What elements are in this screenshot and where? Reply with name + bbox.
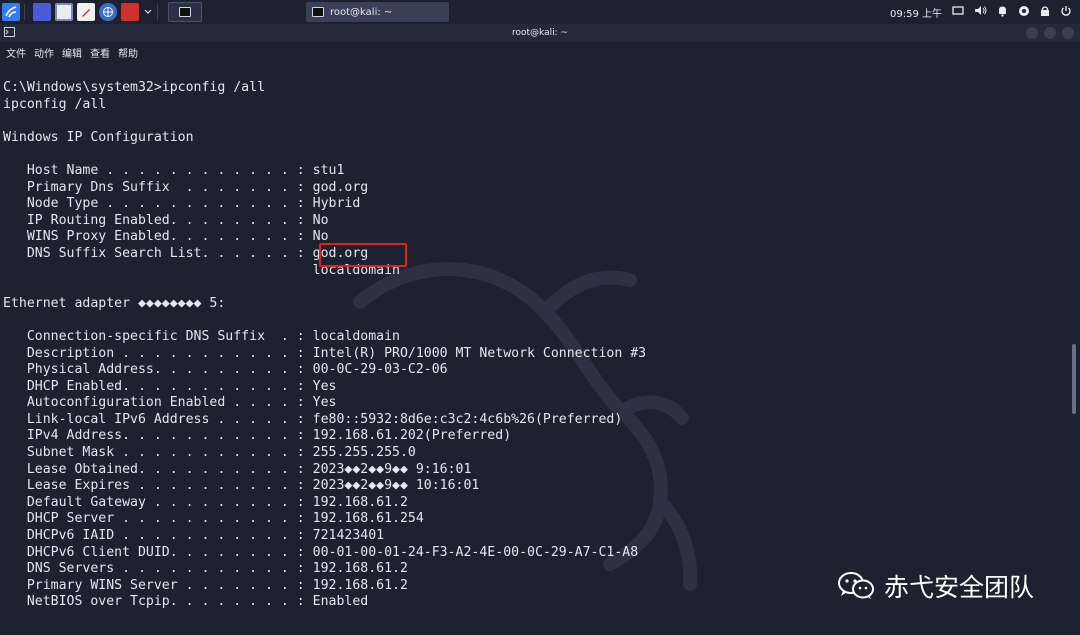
terminal-line: NetBIOS over Tcpip. . . . . . . . : Enab… <box>3 594 369 610</box>
chevron-down-icon[interactable] <box>143 3 153 21</box>
terminal-icon <box>179 7 191 17</box>
app-red-icon[interactable] <box>121 3 139 21</box>
watermark-text: 赤弋安全团队 <box>884 573 1035 602</box>
terminal-line: IP Routing Enabled. . . . . . . . : No <box>3 212 329 228</box>
system-tray: 09:59 上午 <box>890 0 1072 24</box>
terminal-icon <box>312 7 324 17</box>
window-title: root@kali: ~ <box>511 28 569 38</box>
terminal-line: Node Type . . . . . . . . . . . . : Hybr… <box>3 196 361 212</box>
terminal-line: Lease Expires . . . . . . . . . . : 2023… <box>3 478 480 494</box>
terminal-line: ipconfig /all <box>3 96 107 112</box>
terminal-line: DHCPv6 IAID . . . . . . . . . . . : 7214… <box>3 528 385 544</box>
menu-bar: 文件 动作 编辑 查看 帮助 <box>0 42 1080 62</box>
terminal-line: DNS Servers . . . . . . . . . . . : 192.… <box>3 561 408 577</box>
volume-icon[interactable] <box>974 5 987 19</box>
menu-file[interactable]: 文件 <box>6 45 26 60</box>
terminal-line: Default Gateway . . . . . . . . . : 192.… <box>3 494 408 510</box>
terminal-line: C:\Windows\system32>ipconfig /all <box>3 80 266 95</box>
terminal-line: Subnet Mask . . . . . . . . . . . : 255.… <box>3 445 416 461</box>
menu-help[interactable]: 帮助 <box>118 45 138 60</box>
window-menu-icon[interactable] <box>4 27 15 41</box>
terminal-launcher-button[interactable] <box>168 2 202 22</box>
wechat-watermark: 赤弋安全团队 <box>836 568 1034 604</box>
terminal-line: Link-local IPv6 Address . . . . . : fe80… <box>3 411 623 427</box>
workspace-icon[interactable] <box>33 3 51 21</box>
terminal-line: Connection-specific DNS Suffix . : local… <box>3 328 400 344</box>
kali-menu-icon[interactable] <box>2 3 20 21</box>
notification-bell-icon[interactable] <box>997 5 1008 20</box>
terminal-line: Lease Obtained. . . . . . . . . . : 2023… <box>3 461 472 477</box>
terminal-text: C:\Windows\system32>ipconfig /all ipconf… <box>3 80 646 611</box>
terminal-line: Ethernet adapter ◆◆◆◆◆◆◆◆ 5: <box>3 295 226 311</box>
terminal-line: DHCP Server . . . . . . . . . . . : 192.… <box>3 511 424 527</box>
terminal-line: DHCPv6 Client DUID. . . . . . . . : 00-0… <box>3 544 639 560</box>
record-icon[interactable] <box>1018 5 1030 20</box>
terminal-output-area[interactable]: C:\Windows\system32>ipconfig /all ipconf… <box>0 62 1068 635</box>
clock[interactable]: 09:59 上午 <box>890 5 942 20</box>
terminal-line: DNS Suffix Search List. . . . . . : god.… <box>3 245 369 261</box>
scrollbar-thumb[interactable] <box>1072 344 1076 414</box>
terminal-line: Primary Dns Suffix . . . . . . . : god.o… <box>3 179 369 195</box>
terminal-line: DHCP Enabled. . . . . . . . . . . : Yes <box>3 378 337 394</box>
display-icon[interactable] <box>952 5 964 19</box>
top-panel: root@kali: ~ 09:59 上午 <box>0 0 1080 25</box>
terminal-line: Primary WINS Server . . . . . . . : 192.… <box>3 577 408 593</box>
window-controls <box>1026 27 1074 39</box>
panel-separator <box>24 4 25 20</box>
wechat-icon <box>838 572 874 599</box>
highlight-box <box>319 243 407 267</box>
terminal-line: Description . . . . . . . . . . . : Inte… <box>3 345 647 361</box>
terminal-line: Windows IP Configuration <box>3 129 194 145</box>
window-titlebar[interactable]: root@kali: ~ <box>0 24 1080 42</box>
terminal-line: IPv4 Address. . . . . . . . . . . : 192.… <box>3 428 512 444</box>
lock-icon[interactable] <box>1040 5 1050 20</box>
terminal-line: Host Name . . . . . . . . . . . . : stu1 <box>3 162 345 178</box>
menu-actions[interactable]: 动作 <box>34 45 54 60</box>
menu-edit[interactable]: 编辑 <box>62 45 82 60</box>
browser-icon[interactable] <box>99 3 117 21</box>
terminal-line: Physical Address. . . . . . . . . : 00-0… <box>3 362 448 378</box>
terminal-line: WINS Proxy Enabled. . . . . . . . : No <box>3 229 329 245</box>
power-icon[interactable] <box>1060 5 1072 20</box>
maximize-button[interactable] <box>1044 27 1056 39</box>
text-editor-icon[interactable] <box>77 3 95 21</box>
scrollbar[interactable] <box>1068 62 1080 635</box>
terminal-line: Autoconfiguration Enabled . . . . : Yes <box>3 395 337 411</box>
minimize-button[interactable] <box>1026 27 1038 39</box>
taskbar-window-button[interactable]: root@kali: ~ <box>306 2 449 22</box>
file-manager-icon[interactable] <box>55 3 73 21</box>
close-button[interactable] <box>1062 27 1074 39</box>
taskbar-window-title: root@kali: ~ <box>330 6 393 18</box>
panel-separator <box>157 4 158 20</box>
menu-view[interactable]: 查看 <box>90 45 110 60</box>
